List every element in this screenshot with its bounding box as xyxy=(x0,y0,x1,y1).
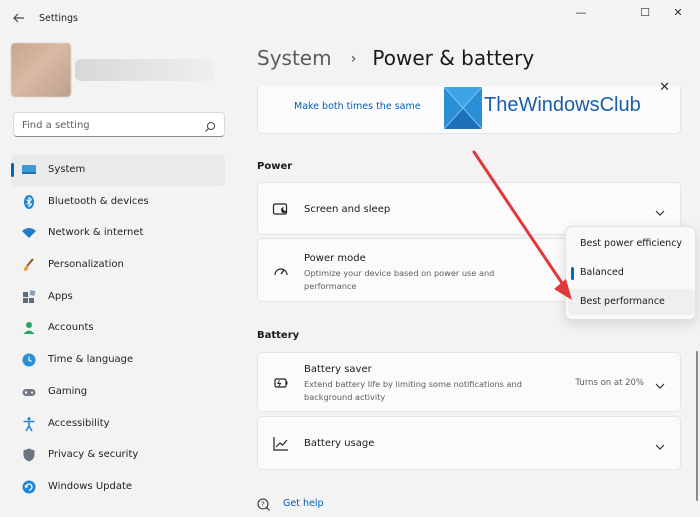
sidebar-item-time-language[interactable]: Time & language xyxy=(11,344,225,376)
battery-section-title: Battery xyxy=(257,330,300,341)
gamepad-icon xyxy=(21,384,37,400)
sidebar-item-privacy[interactable]: Privacy & security xyxy=(11,439,225,471)
bluetooth-icon xyxy=(21,194,37,210)
chevron-right-icon: › xyxy=(350,51,357,67)
update-icon xyxy=(21,479,37,495)
battery-saver-icon xyxy=(272,374,290,392)
speedometer-icon xyxy=(272,263,290,281)
chevron-down-icon[interactable] xyxy=(654,438,666,450)
sidebar-item-label: Personalization xyxy=(48,259,124,271)
help-icon: ? xyxy=(257,497,271,511)
selected-indicator xyxy=(571,267,574,280)
get-help-link[interactable]: Get help xyxy=(283,498,324,509)
battery-saver-description: Extend battery life by limiting some not… xyxy=(304,379,522,402)
system-icon xyxy=(21,162,37,178)
option-label: Best performance xyxy=(580,296,665,307)
sidebar-item-personalization[interactable]: Personalization xyxy=(11,249,225,281)
sidebar-item-gaming[interactable]: Gaming xyxy=(11,376,225,408)
battery-saver-status: Turns on at 20% xyxy=(575,378,644,388)
sidebar-item-bluetooth[interactable]: Bluetooth & devices xyxy=(11,186,225,218)
sidebar-item-accessibility[interactable]: Accessibility xyxy=(11,408,225,440)
sidebar-item-label: Network & internet xyxy=(48,227,144,239)
option-balanced[interactable]: Balanced xyxy=(568,260,695,286)
wifi-icon xyxy=(21,225,37,241)
page-title: Power & battery xyxy=(372,46,535,70)
search-icon xyxy=(204,118,216,132)
option-label: Best power efficiency xyxy=(580,238,683,249)
globe-icon xyxy=(21,352,37,368)
watermark-text: TheWindowsClub xyxy=(484,94,641,116)
sidebar-item-label: Windows Update xyxy=(48,480,133,492)
option-label: Balanced xyxy=(580,267,624,278)
sidebar-item-network[interactable]: Network & internet xyxy=(11,217,225,249)
sidebar-item-windows-update[interactable]: Windows Update xyxy=(11,471,225,503)
power-mode-dropdown: Best power efficiency Balanced Best perf… xyxy=(565,226,696,320)
sidebar-item-system[interactable]: System xyxy=(11,154,225,186)
minimize-button[interactable]: — xyxy=(569,5,593,21)
title-bar: Settings — ☐ ✕ xyxy=(0,0,700,38)
power-section-title: Power xyxy=(257,161,293,172)
chevron-down-icon[interactable] xyxy=(654,204,666,216)
usage-chart-icon xyxy=(272,435,290,453)
make-times-same-link[interactable]: Make both times the same xyxy=(294,101,421,112)
sidebar-item-label: Accounts xyxy=(48,322,94,334)
sidebar-item-accounts[interactable]: Accounts xyxy=(11,312,225,344)
svg-text:?: ? xyxy=(261,501,265,509)
accessibility-icon xyxy=(21,416,37,432)
battery-usage-card[interactable]: Battery usage xyxy=(257,416,681,470)
battery-saver-card[interactable]: Battery saver Extend battery life by lim… xyxy=(257,352,681,412)
scrollbar[interactable] xyxy=(696,351,698,501)
sidebar-item-label: Bluetooth & devices xyxy=(48,195,149,207)
app-title: Settings xyxy=(39,13,78,24)
person-icon xyxy=(21,320,37,336)
sidebar-item-apps[interactable]: Apps xyxy=(11,281,225,313)
option-best-power-efficiency[interactable]: Best power efficiency xyxy=(568,231,695,257)
close-button[interactable]: ✕ xyxy=(666,5,690,21)
chevron-down-icon[interactable] xyxy=(654,377,666,389)
user-profile[interactable] xyxy=(11,43,225,97)
sidebar-item-label: Accessibility xyxy=(48,417,110,429)
sidebar-item-label: System xyxy=(48,164,86,175)
screen-sleep-title: Screen and sleep xyxy=(304,204,391,215)
shield-icon xyxy=(21,447,37,463)
power-mode-title: Power mode xyxy=(304,253,366,264)
watermark-logo: TheWindowsClub xyxy=(443,86,670,130)
active-indicator xyxy=(11,163,14,177)
brush-icon xyxy=(21,257,37,273)
sidebar-item-label: Gaming xyxy=(48,385,88,397)
power-mode-description: Optimize your device based on power use … xyxy=(304,268,495,291)
profile-name-blurred xyxy=(75,59,215,81)
search-box[interactable] xyxy=(13,112,225,137)
sidebar-nav: System Bluetooth & devices Network & int… xyxy=(11,154,225,503)
battery-saver-title: Battery saver xyxy=(304,364,372,375)
sidebar-item-label: Privacy & security xyxy=(48,449,139,461)
search-input[interactable] xyxy=(22,117,202,133)
sidebar-item-label: Apps xyxy=(48,290,73,302)
apps-icon xyxy=(21,289,37,305)
back-arrow-icon[interactable] xyxy=(12,11,28,27)
breadcrumb-parent[interactable]: System xyxy=(257,46,332,70)
screen-sleep-icon xyxy=(272,201,290,219)
sidebar-item-label: Time & language xyxy=(48,354,134,366)
avatar xyxy=(11,43,71,97)
battery-usage-title: Battery usage xyxy=(304,438,375,449)
windowsclub-logo-icon xyxy=(443,86,483,130)
breadcrumb: System › Power & battery xyxy=(257,46,534,70)
maximize-button[interactable]: ☐ xyxy=(633,5,657,21)
option-best-performance[interactable]: Best performance xyxy=(568,289,695,315)
